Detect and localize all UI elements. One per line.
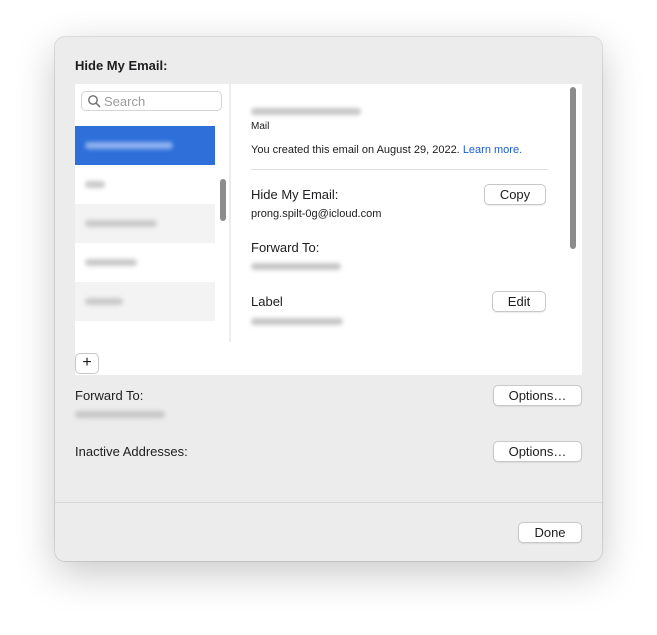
redacted-forward-setting-address (75, 411, 165, 418)
hide-my-email-value: prong.spilt-0g@icloud.com (251, 208, 382, 220)
list-item[interactable] (75, 204, 215, 243)
redacted-address (85, 298, 123, 305)
list-item[interactable] (75, 243, 215, 282)
footer-divider (55, 502, 602, 503)
created-text: You created this email on August 29, 202… (251, 144, 460, 156)
redacted-address (85, 220, 157, 227)
copy-button[interactable]: Copy (484, 184, 546, 205)
sheet-title: Hide My Email: (75, 58, 168, 73)
learn-more-link[interactable]: Learn more. (463, 144, 522, 156)
hide-my-email-sheet: Hide My Email: Mail (55, 37, 602, 561)
list-item[interactable] (75, 165, 215, 204)
address-list-pane (75, 84, 229, 342)
edit-button[interactable]: Edit (492, 291, 546, 312)
forward-options-button[interactable]: Options… (493, 385, 582, 406)
created-info: You created this email on August 29, 202… (251, 144, 522, 156)
add-address-button[interactable]: + (75, 353, 99, 374)
list-scrollbar[interactable] (220, 179, 226, 221)
inactive-addresses-label: Inactive Addresses: (75, 444, 188, 459)
redacted-address (85, 181, 105, 188)
source-app-label: Mail (251, 121, 270, 132)
search-input[interactable] (104, 93, 216, 109)
address-detail-pane: Mail You created this email on August 29… (231, 84, 582, 342)
list-item[interactable] (75, 282, 215, 321)
forward-to-label: Forward To: (251, 240, 320, 255)
search-field[interactable] (81, 91, 222, 111)
inactive-options-button[interactable]: Options… (493, 441, 582, 462)
detail-scrollbar[interactable] (570, 87, 576, 249)
list-toolbar: + (75, 342, 582, 375)
label-label: Label (251, 294, 283, 309)
redacted-forward-address (251, 263, 341, 270)
hide-my-email-label: Hide My Email: (251, 187, 339, 202)
redacted-label (251, 318, 343, 325)
done-button[interactable]: Done (518, 522, 582, 543)
list-item-selected[interactable] (75, 126, 215, 165)
magnifying-glass-icon (88, 95, 101, 108)
redacted-address (85, 142, 173, 149)
separator (251, 169, 548, 170)
redacted-email-address (251, 108, 361, 115)
forward-to-setting-label: Forward To: (75, 388, 144, 403)
redacted-address (85, 259, 137, 266)
list-item[interactable] (75, 321, 215, 342)
